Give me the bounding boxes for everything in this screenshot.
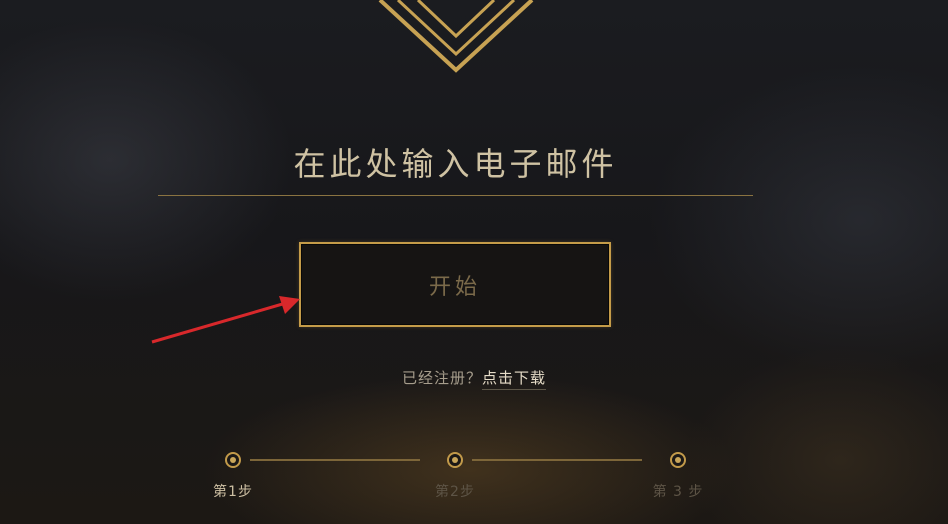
step-connector bbox=[472, 459, 642, 461]
start-button[interactable]: 开始 bbox=[299, 242, 611, 327]
step-connector bbox=[250, 459, 420, 461]
step-3-label: 第 3 步 bbox=[652, 484, 704, 500]
step-2-dot-icon bbox=[447, 452, 463, 468]
step-2-label: 第2步 bbox=[435, 484, 475, 500]
already-registered-text: 已经注册？ bbox=[401, 369, 482, 387]
register-prompt: 已经注册？点击下载 bbox=[0, 367, 948, 390]
step-3-dot-icon bbox=[670, 452, 686, 468]
step-1-dot-icon bbox=[225, 452, 241, 468]
step-1-label: 第1步 bbox=[213, 484, 253, 500]
download-link[interactable]: 点击下载 bbox=[482, 369, 547, 390]
email-input[interactable] bbox=[158, 132, 753, 196]
red-annotation-arrow-icon bbox=[151, 296, 300, 344]
diamond-emblem-icon bbox=[378, 0, 534, 73]
